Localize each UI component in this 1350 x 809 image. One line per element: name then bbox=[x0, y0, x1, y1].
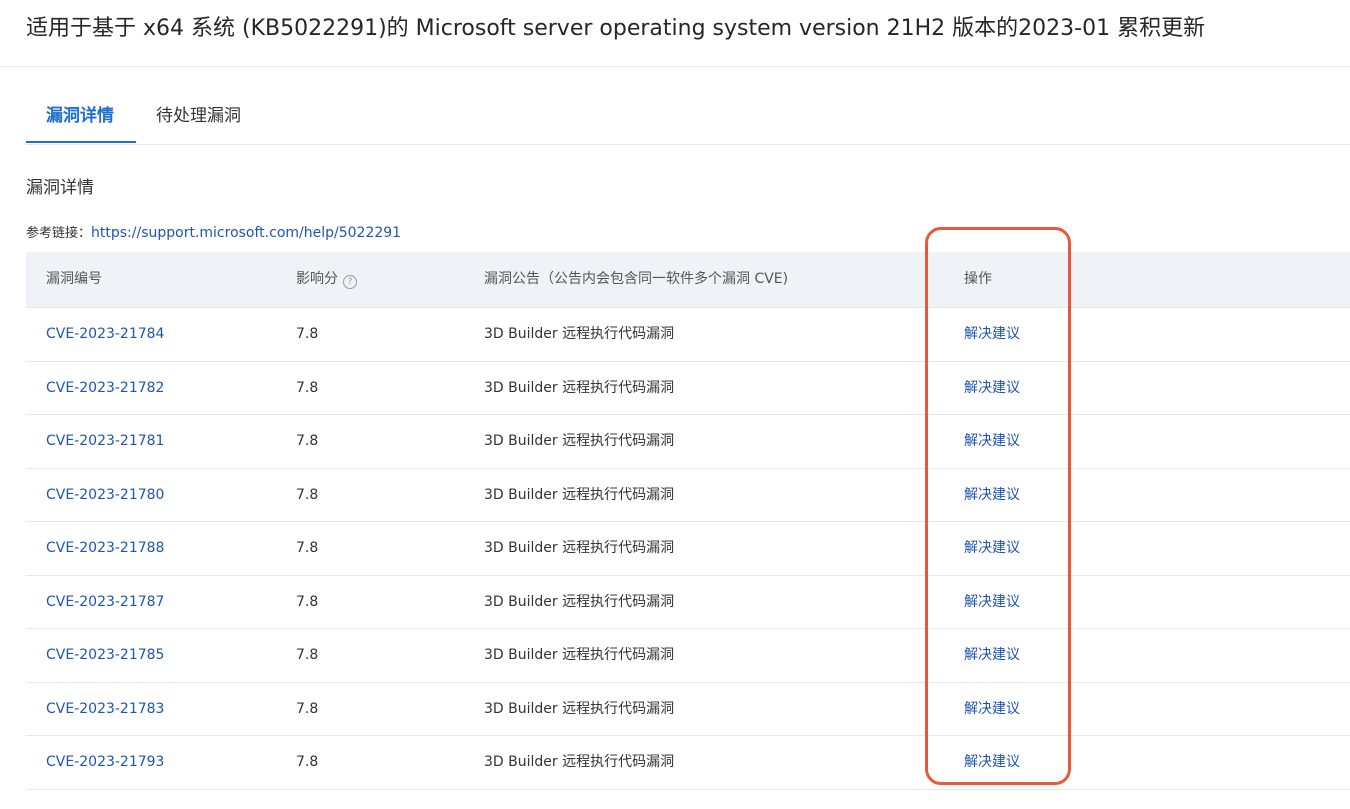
table-row: CVE-2023-21785 7.8 3D Builder 远程执行代码漏洞 解决建议 bbox=[26, 629, 1350, 683]
reference-line: 参考链接：https://support.microsoft.com/help/… bbox=[26, 222, 401, 245]
header-description: 漏洞公告（公告内会包含同一软件多个漏洞 CVE) bbox=[484, 271, 789, 287]
vulnerability-description: 3D Builder 远程执行代码漏洞 bbox=[484, 754, 675, 770]
header-score: 影响分? bbox=[296, 252, 357, 307]
impact-score: 7.8 bbox=[296, 593, 319, 610]
vulnerability-description: 3D Builder 远程执行代码漏洞 bbox=[484, 379, 675, 396]
vulnerability-description: 3D Builder 远程执行代码漏洞 bbox=[484, 326, 675, 342]
impact-score: 7.8 bbox=[296, 379, 319, 396]
vulnerability-description: 3D Builder 远程执行代码漏洞 bbox=[484, 593, 675, 610]
cve-id-link[interactable]: CVE-2023-21782 bbox=[46, 362, 164, 414]
reference-link[interactable]: https://support.microsoft.com/help/50222… bbox=[91, 225, 401, 241]
cve-id-link[interactable]: CVE-2023-21785 bbox=[46, 629, 164, 681]
solution-suggestion-link[interactable]: 解决建议 bbox=[964, 629, 1020, 681]
solution-suggestion-link[interactable]: 解决建议 bbox=[964, 469, 1020, 521]
impact-score: 7.8 bbox=[296, 326, 319, 342]
solution-suggestion-link[interactable]: 解决建议 bbox=[964, 415, 1020, 467]
header-score-label: 影响分 bbox=[296, 271, 338, 287]
table-row: CVE-2023-21784 7.8 3D Builder 远程执行代码漏洞 解决建议 bbox=[26, 308, 1350, 362]
table-row: CVE-2023-21787 7.8 3D Builder 远程执行代码漏洞 解决建议 bbox=[26, 576, 1350, 629]
cve-id-link[interactable]: CVE-2023-21781 bbox=[46, 415, 164, 467]
cve-id-link[interactable]: CVE-2023-21788 bbox=[46, 522, 164, 574]
table-row: CVE-2023-21780 7.8 3D Builder 远程执行代码漏洞 解决建议 bbox=[26, 469, 1350, 522]
solution-suggestion-link[interactable]: 解决建议 bbox=[964, 576, 1020, 628]
solution-suggestion-link[interactable]: 解决建议 bbox=[964, 736, 1020, 788]
table-header: 漏洞编号 影响分? 漏洞公告（公告内会包含同一软件多个漏洞 CVE) 操作 bbox=[26, 252, 1350, 308]
solution-suggestion-link[interactable]: 解决建议 bbox=[964, 683, 1020, 735]
impact-score: 7.8 bbox=[296, 647, 319, 663]
cve-id-link[interactable]: CVE-2023-21787 bbox=[46, 576, 164, 628]
impact-score: 7.8 bbox=[296, 486, 319, 503]
active-tab-indicator bbox=[26, 141, 136, 143]
reference-label: 参考链接： bbox=[26, 226, 92, 241]
tab-pending-vulnerabilities[interactable]: 待处理漏洞 bbox=[156, 90, 241, 142]
cve-id-link[interactable]: CVE-2023-21783 bbox=[46, 683, 164, 735]
impact-score: 7.8 bbox=[296, 700, 319, 717]
impact-score: 7.8 bbox=[296, 540, 319, 556]
table-row: CVE-2023-21782 7.8 3D Builder 远程执行代码漏洞 解决建议 bbox=[26, 362, 1350, 415]
table-row: CVE-2023-21788 7.8 3D Builder 远程执行代码漏洞 解决建议 bbox=[26, 522, 1350, 576]
header-operation: 操作 bbox=[964, 271, 992, 287]
header-id: 漏洞编号 bbox=[46, 271, 102, 287]
vulnerability-description: 3D Builder 远程执行代码漏洞 bbox=[484, 700, 675, 717]
cve-id-link[interactable]: CVE-2023-21793 bbox=[46, 736, 164, 788]
solution-suggestion-link[interactable]: 解决建议 bbox=[964, 308, 1020, 360]
table-row: CVE-2023-21781 7.8 3D Builder 远程执行代码漏洞 解决建议 bbox=[26, 415, 1350, 469]
title-divider bbox=[0, 66, 1350, 67]
table-body: CVE-2023-21784 7.8 3D Builder 远程执行代码漏洞 解决建议… bbox=[26, 308, 1350, 790]
solution-suggestion-link[interactable]: 解决建议 bbox=[964, 362, 1020, 414]
solution-suggestion-link[interactable]: 解决建议 bbox=[964, 522, 1020, 574]
impact-score: 7.8 bbox=[296, 754, 319, 770]
table-row: CVE-2023-21783 7.8 3D Builder 远程执行代码漏洞 解决建议 bbox=[26, 683, 1350, 736]
vulnerability-description: 3D Builder 远程执行代码漏洞 bbox=[484, 433, 675, 449]
vulnerability-description: 3D Builder 远程执行代码漏洞 bbox=[484, 540, 675, 556]
tab-bar: 漏洞详情 待处理漏洞 bbox=[26, 90, 1350, 145]
vulnerability-description: 3D Builder 远程执行代码漏洞 bbox=[484, 647, 675, 663]
vulnerability-description: 3D Builder 远程执行代码漏洞 bbox=[484, 486, 675, 503]
cve-id-link[interactable]: CVE-2023-21784 bbox=[46, 308, 164, 360]
section-title: 漏洞详情 bbox=[26, 178, 94, 198]
table-row: CVE-2023-21793 7.8 3D Builder 远程执行代码漏洞 解决建议 bbox=[26, 736, 1350, 790]
page-title: 适用于基于 x64 系统 (KB5022291)的 Microsoft serv… bbox=[26, 16, 1206, 41]
vulnerability-table: 漏洞编号 影响分? 漏洞公告（公告内会包含同一软件多个漏洞 CVE) 操作 CV… bbox=[26, 252, 1350, 790]
tab-vulnerability-details[interactable]: 漏洞详情 bbox=[46, 90, 114, 142]
question-circle-icon[interactable]: ? bbox=[343, 275, 357, 289]
cve-id-link[interactable]: CVE-2023-21780 bbox=[46, 469, 164, 521]
impact-score: 7.8 bbox=[296, 433, 319, 449]
